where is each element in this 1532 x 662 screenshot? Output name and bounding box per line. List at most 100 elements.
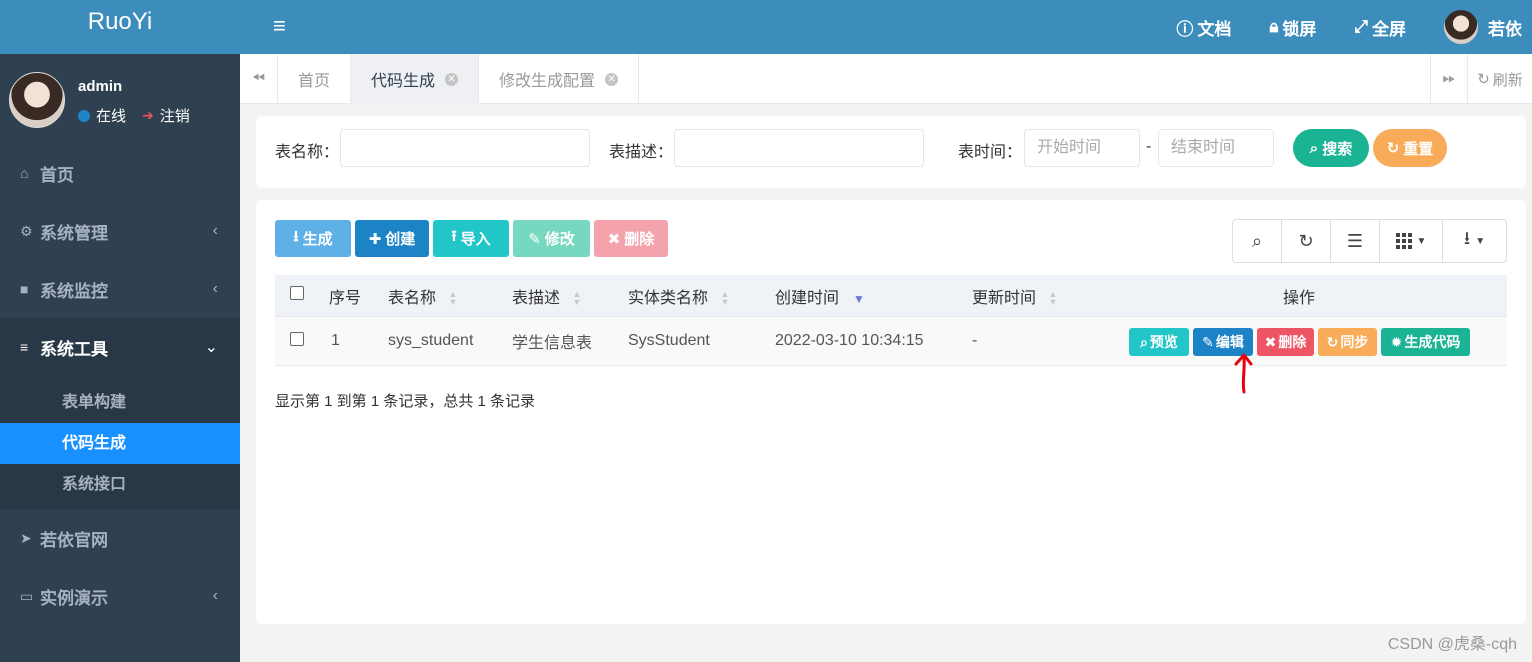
row-checkbox[interactable] [290,332,304,346]
sync-button[interactable]: ↻ 同步 [1318,328,1377,356]
sidebar-item-monitor[interactable]: ■ 系统监控 ‹ [0,260,240,318]
docs-link[interactable]: ⓘ 文档 [1176,15,1231,40]
logout-link[interactable]: 注销 [160,105,190,126]
export-dropdown-icon[interactable]: ⭳ ▼ [1443,220,1506,262]
tab-edit-gen-config[interactable]: 修改生成配置 ✕ [479,54,640,104]
logout-icon[interactable]: ➔ [142,107,154,124]
list-view-icon[interactable]: ☰ [1331,220,1380,262]
sort-icon: ▲ ▼ [720,289,730,308]
col-label: 实体类名称 [628,289,709,307]
table-desc-input[interactable] [674,129,924,167]
app-logo[interactable]: RuoYi [0,0,240,54]
sidebar-item-system[interactable]: ⚙ 系统管理 ‹ [0,202,240,260]
desktop-icon: ▭ [20,587,34,604]
search-toggle-icon[interactable]: ⌕ [1233,220,1282,262]
docs-label: 文档 [1197,19,1232,39]
delete-button[interactable]: ✖ 删除 [594,220,668,257]
import-button[interactable]: ⭱ 导入 [433,220,509,257]
sidebar-subitem-form-builder[interactable]: 表单构建 [0,382,240,423]
col-class-name[interactable]: 实体类名称 ▲ ▼ [628,284,730,308]
close-icon[interactable]: ✕ [445,72,459,86]
refresh-label: 刷新 [1492,71,1523,89]
col-label: 表描述 [512,289,561,307]
sort-desc-icon: ▼ [853,291,865,306]
generate-button[interactable]: ⭳ 生成 [275,220,351,257]
gen-code-button[interactable]: ✹ 生成代码 [1381,328,1470,356]
select-all-checkbox[interactable] [290,286,304,300]
online-dot-icon [78,109,90,122]
table-name-input[interactable] [340,129,590,167]
col-actions: 操作 [1283,289,1316,307]
menu-toggle-icon[interactable]: ≡ [273,13,286,39]
annotation-arrow-icon [1234,353,1253,394]
bars-icon: ≡ [20,339,29,355]
search-button[interactable]: ⌕ 搜索 [1293,129,1369,167]
fullscreen-link[interactable]: ⤢ 全屏 [1354,15,1406,40]
gen-code-label: 生成代码 [1404,334,1461,350]
table-desc-label: 表描述： [609,144,674,161]
table-row[interactable]: 1 sys_student 学生信息表 SysStudent 2022-03-1… [275,317,1507,394]
sort-icon: ▲ ▼ [1048,289,1058,308]
row-delete-button[interactable]: ✖ 删除 [1257,328,1314,356]
col-table-name[interactable]: 表名称 ▲ ▼ [388,284,458,308]
refresh-tab-button[interactable]: ↻ 刷新 [1468,54,1532,104]
create-button[interactable]: ✚ 创建 [355,220,429,257]
fullscreen-label: 全屏 [1372,19,1406,39]
sidebar-item-label: 系统工具 [40,339,108,359]
sidebar-subitem-code-gen[interactable]: 代码生成 [0,423,240,464]
upload-icon: ⭱ [451,228,457,245]
sync-label: 同步 [1340,334,1369,350]
tabs-right-controls: ⏩︎ ↻ 刷新 [1430,54,1532,104]
lock-screen-link[interactable]: 🔒︎ 锁屏 [1269,15,1316,40]
user-name: admin [78,78,123,95]
chevron-down-icon: ⌄ [204,339,218,356]
chevron-left-icon: ‹ [212,222,218,239]
lock-label: 锁屏 [1282,19,1317,39]
sidebar-item-home[interactable]: ⌂ 首页 [0,144,240,202]
refresh-icon[interactable]: ↻ [1282,220,1331,262]
watermark: CSDN @虎桑-cqh [1387,636,1517,653]
reset-button[interactable]: ↻ 重置 [1373,129,1447,167]
refresh-icon: ↻ [1326,333,1339,350]
user-panel: admin 在线 ➔ 注销 [0,54,240,144]
columns-dropdown-icon[interactable]: ▼ [1380,220,1443,262]
caret-down-icon: ▼ [1475,235,1486,247]
start-time-input[interactable]: 开始时间 [1024,129,1140,167]
import-label: 导入 [460,231,491,248]
end-time-input[interactable]: 结束时间 [1158,129,1274,167]
tab-label: 代码生成 [371,73,436,90]
col-create-time[interactable]: 创建时间 ▼ [775,284,865,308]
edit-button[interactable]: ✎ 修改 [513,220,590,257]
tabs-scroll-right-icon[interactable]: ⏩︎ [1430,54,1468,104]
sidebar-item-label: 系统管理 [40,223,108,243]
col-table-desc[interactable]: 表描述 ▲ ▼ [512,284,582,308]
expand-icon: ⤢ [1354,17,1368,36]
user-menu[interactable]: 若依 [1444,10,1522,44]
row-edit-label: 编辑 [1215,334,1244,350]
data-table: 序号 表名称 ▲ ▼ 表描述 ▲ ▼ 实体类名称 ▲ ▼ 创建时间 ▼ 更新时间 ▲ ▼ 操作 1… [275,275,1507,394]
time-label: 表时间： [958,144,1023,161]
col-update-time[interactable]: 更新时间 ▲ ▼ [972,284,1058,308]
sort-icon: ▲ ▼ [448,289,458,308]
sidebar-subitem-api[interactable]: 系统接口 [0,464,240,505]
bug-icon: ✹ [1390,333,1403,350]
sidebar-item-website[interactable]: ➤ 若依官网 [0,509,240,567]
tab-code-gen[interactable]: 代码生成 ✕ [351,54,480,104]
col-label: 表名称 [388,289,437,307]
cell-update-time: - [972,332,978,349]
header-username: 若依 [1488,19,1522,39]
sidebar-item-tools[interactable]: ≡ 系统工具 ⌄ [0,318,240,376]
video-icon: ■ [20,281,29,297]
tabs-scroll-left-icon[interactable]: ⏪︎ [240,54,278,104]
send-icon: ➤ [20,529,32,546]
caret-down-icon: ▼ [1416,235,1427,247]
close-icon: ✖ [1264,333,1277,350]
close-icon[interactable]: ✕ [605,72,619,86]
plus-icon: ✚ [368,230,382,248]
tab-home[interactable]: 首页 [278,54,352,104]
edit-icon: ✎ [1202,333,1214,350]
sidebar-item-label: 若依官网 [40,530,108,550]
preview-button[interactable]: ⌕ 预览 [1129,328,1189,356]
avatar[interactable] [9,72,65,128]
sidebar-item-demo[interactable]: ▭ 实例演示 ‹ [0,567,240,625]
